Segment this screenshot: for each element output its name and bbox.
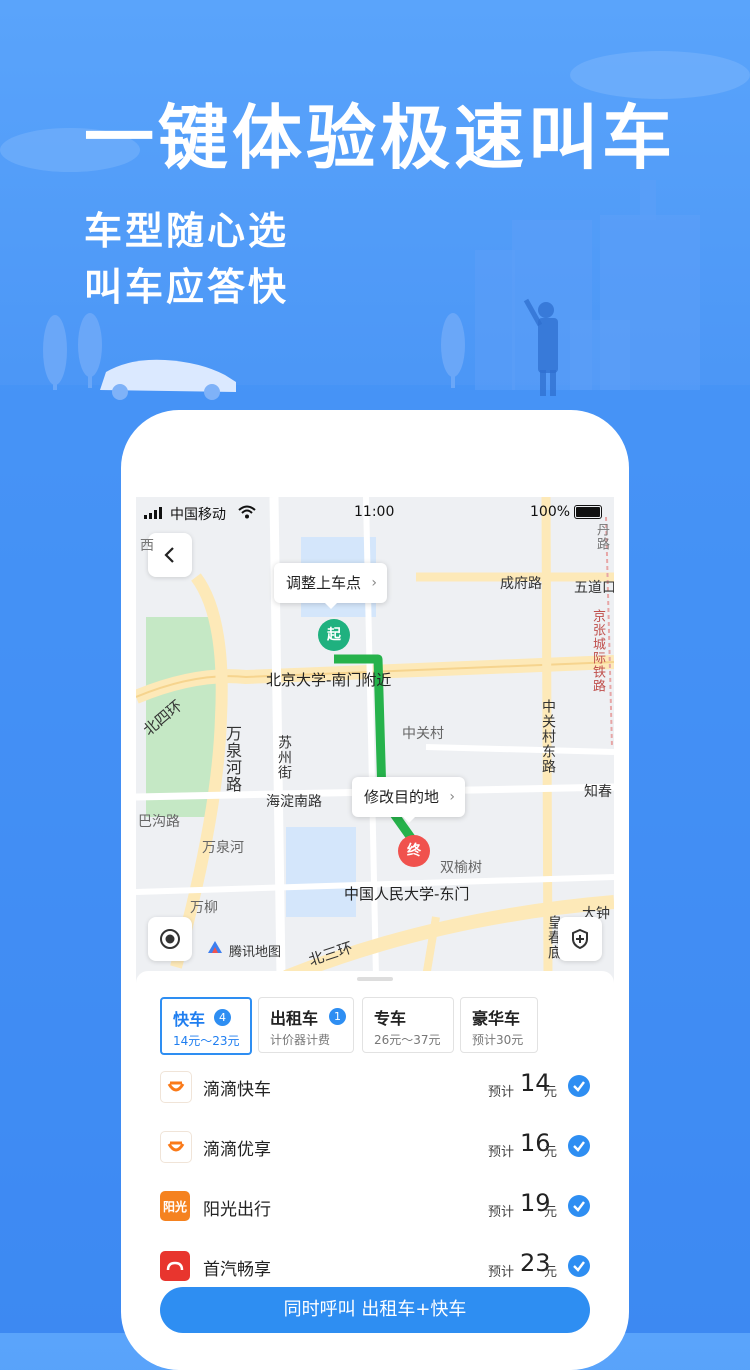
call-car-button[interactable]: 同时呼叫 出租车+快车 — [160, 1287, 590, 1333]
didi-logo — [160, 1071, 192, 1103]
start-pin: 起 — [318, 619, 350, 651]
ride-options-sheet: 快车 4 14元～23元 出租车 1 计价器计费 专车 26元～37元 豪华车 … — [136, 971, 614, 1333]
tab-premier[interactable]: 专车 26元～37元 — [362, 997, 454, 1053]
promo-line-2: 叫车应答快 — [84, 265, 290, 309]
tab-subtitle: 计价器计费 — [270, 1033, 331, 1047]
tab-badge: 4 — [214, 1009, 231, 1026]
option-unit: 元 — [544, 1085, 558, 1100]
map-label: 成府路 — [500, 576, 542, 592]
back-button[interactable] — [148, 533, 192, 577]
option-name: 首汽畅享 — [203, 1260, 271, 1280]
option-estimate-label: 预计 — [488, 1205, 515, 1220]
signal-icon — [144, 507, 162, 519]
check-icon[interactable] — [568, 1135, 590, 1157]
end-location-label: 中国人民大学-东门 — [344, 885, 470, 903]
safety-button[interactable] — [558, 917, 602, 961]
promo-headline: 一键体验极速叫车 — [84, 97, 676, 179]
map-label: 五道口 — [574, 580, 614, 596]
wifi-icon — [238, 505, 256, 519]
battery-percent: 100% — [530, 504, 571, 520]
option-estimate-label: 预计 — [488, 1085, 515, 1100]
tab-subtitle: 预计30元 — [472, 1033, 524, 1047]
chevron-right-icon: › — [371, 575, 378, 591]
battery-icon — [574, 505, 602, 519]
map-label: 万泉河路 — [223, 725, 242, 793]
back-icon — [164, 547, 174, 563]
map-label: 万泉河 — [202, 840, 244, 856]
tab-taxi[interactable]: 出租车 1 计价器计费 — [258, 997, 354, 1053]
tab-title: 出租车 — [270, 1009, 319, 1028]
check-icon[interactable] — [568, 1195, 590, 1217]
map-label: 京张城际铁路 — [590, 609, 605, 693]
locate-icon — [160, 929, 180, 949]
locate-button[interactable] — [148, 917, 192, 961]
map-label: 中关村东路 — [540, 699, 556, 774]
sheet-handle[interactable] — [357, 977, 393, 981]
map-label: 苏州街 — [276, 735, 292, 780]
option-unit: 元 — [544, 1205, 558, 1220]
status-time: 11:00 — [354, 504, 395, 520]
map-label: 知春 — [584, 784, 612, 800]
option-name: 阳光出行 — [203, 1200, 271, 1220]
chevron-right-icon: › — [449, 789, 456, 805]
option-estimate-label: 预计 — [488, 1145, 515, 1160]
tab-subtitle: 26元～37元 — [374, 1033, 441, 1047]
check-icon[interactable] — [568, 1075, 590, 1097]
didi-logo — [160, 1131, 192, 1163]
status-bar: 中国移动 11:00 100% — [136, 497, 614, 529]
tab-title: 豪华车 — [472, 1009, 521, 1028]
shield-icon — [572, 928, 588, 950]
tab-title: 专车 — [374, 1009, 407, 1028]
tab-express[interactable]: 快车 4 14元～23元 — [160, 997, 252, 1055]
list-item[interactable]: 滴滴优享 预计 16 元 — [136, 1117, 614, 1177]
option-name: 滴滴优享 — [203, 1140, 271, 1160]
adjust-pickup-label: 调整上车点 — [286, 574, 362, 592]
map-label: 丹路 — [594, 523, 609, 551]
map-brand-label: 腾讯地图 — [229, 945, 282, 960]
list-item[interactable]: 滴滴快车 预计 14 元 — [136, 1057, 614, 1117]
map-label: 万柳 — [190, 900, 218, 916]
option-unit: 元 — [544, 1145, 558, 1160]
option-estimate-label: 预计 — [488, 1265, 515, 1280]
promo-line-1: 车型随心选 — [84, 209, 290, 253]
tab-subtitle: 14元～23元 — [173, 1034, 240, 1048]
end-pin: 终 — [398, 835, 430, 867]
option-unit: 元 — [544, 1265, 558, 1280]
app-screen: 中国移动 11:00 100% 调整上车点 › 起 北京大学-南门附近 修改目的地… — [136, 497, 614, 1333]
map-label: 海淀南路 — [266, 794, 322, 810]
shouqi-logo — [160, 1251, 190, 1281]
map-label: 巴沟路 — [138, 814, 180, 830]
adjust-pickup-button[interactable]: 调整上车点 › — [274, 563, 388, 609]
map-label: 中关村 — [402, 726, 444, 742]
start-location-label: 北京大学-南门附近 — [266, 671, 392, 689]
option-name: 滴滴快车 — [203, 1080, 271, 1100]
tencent-map-logo — [208, 941, 222, 953]
sunshine-logo: 阳光 — [160, 1191, 190, 1221]
change-destination-button[interactable]: 修改目的地 › — [352, 777, 466, 823]
tab-badge: 1 — [329, 1008, 346, 1025]
list-item[interactable]: 阳光 阳光出行 预计 19 元 — [136, 1177, 614, 1237]
carrier-name: 中国移动 — [170, 507, 226, 523]
tab-luxe[interactable]: 豪华车 预计30元 — [460, 997, 538, 1053]
check-icon[interactable] — [568, 1255, 590, 1277]
map-label: 双榆树 — [440, 860, 482, 876]
map-label: 西 — [140, 538, 154, 554]
change-destination-label: 修改目的地 — [364, 788, 440, 806]
tab-title: 快车 — [173, 1010, 206, 1029]
